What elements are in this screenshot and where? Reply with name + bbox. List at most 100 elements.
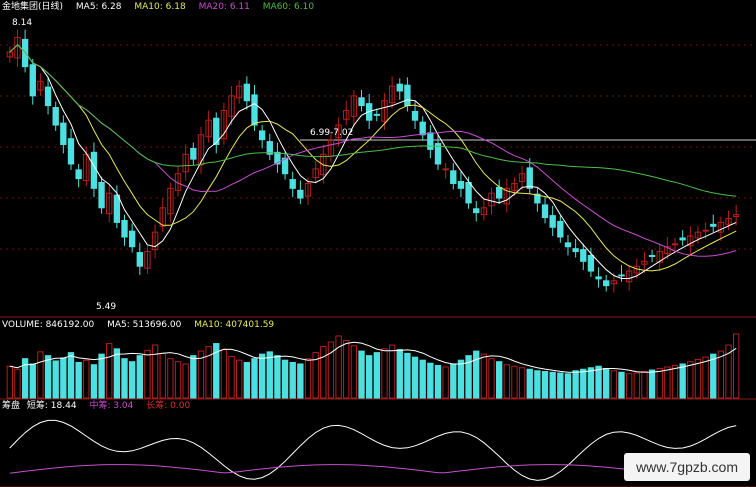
- moving-average-ma5: [9, 44, 737, 279]
- volume-bar: [603, 368, 610, 399]
- volume-bar: [595, 365, 602, 399]
- candle-body: [113, 194, 121, 223]
- volume-bar: [411, 356, 419, 399]
- volume-bar: [358, 350, 365, 399]
- volume-bar: [434, 364, 442, 399]
- volume-bar: [488, 358, 495, 399]
- volume-bar: [664, 366, 671, 399]
- volume-bar: [113, 348, 121, 399]
- stock-title: 金地集团(日线): [2, 2, 64, 12]
- volume-bar: [266, 351, 273, 399]
- mid-chip-label: 中筹: 3.04: [89, 401, 134, 411]
- volume-bar: [83, 359, 90, 399]
- volume-bar: [671, 364, 679, 399]
- volume-ma10-label: MA10: 407401.59: [194, 320, 275, 330]
- moving-average-ma20: [9, 44, 737, 257]
- volume-bar: [320, 346, 327, 399]
- indicator-name: 筹盘: [2, 401, 21, 411]
- candle-body: [243, 83, 251, 102]
- ma10-label: MA10: 6.18: [134, 2, 186, 12]
- volume-bar: [128, 361, 136, 399]
- candle-body: [44, 86, 52, 107]
- volume-bar: [534, 370, 541, 399]
- volume-bar: [687, 361, 694, 399]
- volume-bar: [29, 363, 36, 399]
- candle-body: [473, 208, 480, 214]
- candle-body: [289, 179, 296, 189]
- volume-bar: [633, 372, 640, 399]
- candle-body: [60, 122, 67, 146]
- candle-body: [90, 151, 98, 189]
- candle-body: [526, 167, 533, 189]
- volume-bar: [98, 353, 105, 399]
- volume-bar: [6, 365, 13, 399]
- volume-label: VOLUME: 846192.00: [2, 320, 95, 330]
- volume-bar: [427, 362, 434, 399]
- volume-bar: [450, 363, 457, 399]
- candle-body: [411, 110, 419, 121]
- volume-bar: [366, 355, 373, 399]
- candle-body: [648, 254, 656, 257]
- volume-bar: [641, 371, 648, 399]
- candle-body: [258, 130, 266, 141]
- candle-body: [549, 215, 556, 228]
- volume-bar: [350, 345, 358, 399]
- low-annotation: 5.49: [96, 302, 117, 312]
- volume-bar: [274, 355, 281, 399]
- volume-bar: [60, 357, 67, 399]
- candle-body: [465, 181, 472, 204]
- volume-bar: [610, 370, 618, 399]
- ma20-label: MA20: 6.11: [198, 2, 250, 12]
- candle-body: [29, 64, 36, 97]
- volume-bar: [388, 344, 396, 399]
- volume-panel-header: VOLUME: 846192.00 MA5: 513696.00 MA10: 4…: [2, 320, 284, 331]
- volume-bar: [442, 366, 449, 399]
- candle-body: [572, 248, 579, 253]
- candle-body: [427, 132, 434, 150]
- volume-bar: [503, 364, 510, 399]
- candle-body: [404, 84, 411, 107]
- volume-bar: [243, 361, 251, 399]
- volume-bar: [473, 350, 480, 399]
- volume-bar: [549, 371, 556, 399]
- candle-body: [595, 276, 602, 280]
- volume-bar: [495, 361, 503, 399]
- volume-bar: [121, 358, 128, 399]
- volume-bar: [511, 365, 518, 399]
- watermark: www.7gpzb.com: [624, 453, 750, 481]
- volume-bar: [190, 355, 197, 399]
- volume-bar: [205, 346, 212, 399]
- volume-bar: [304, 358, 312, 399]
- candle-body: [190, 147, 197, 160]
- volume-bar: [557, 372, 564, 399]
- volume-bar: [587, 367, 595, 399]
- stock-chart: [0, 29, 756, 487]
- volume-bar: [228, 355, 235, 399]
- volume-bar: [396, 349, 403, 399]
- volume-bar: [182, 363, 189, 399]
- short-chip-label: 短筹: 18.44: [26, 401, 77, 411]
- volume-bar: [625, 373, 633, 399]
- candle-body: [121, 219, 128, 238]
- candle-body: [564, 242, 572, 248]
- volume-bar: [297, 363, 304, 399]
- volume-bar: [457, 359, 465, 399]
- candle-body: [457, 181, 465, 189]
- volume-bar: [564, 373, 572, 399]
- volume-bar: [106, 343, 113, 399]
- candle-body: [679, 237, 686, 241]
- volume-bar: [327, 341, 335, 399]
- candle-body: [67, 138, 75, 165]
- candle-body: [98, 181, 105, 209]
- volume-bar: [75, 361, 82, 399]
- candle-body: [358, 97, 365, 107]
- volume-bar: [251, 358, 258, 399]
- volume-bar: [258, 353, 266, 399]
- candle-body: [671, 243, 679, 246]
- volume-bar: [289, 361, 296, 399]
- volume-bar: [717, 350, 725, 399]
- volume-bar: [220, 349, 228, 399]
- volume-bar: [167, 358, 174, 399]
- ma5-label: MA5: 6.28: [75, 2, 122, 12]
- volume-bar: [281, 359, 289, 399]
